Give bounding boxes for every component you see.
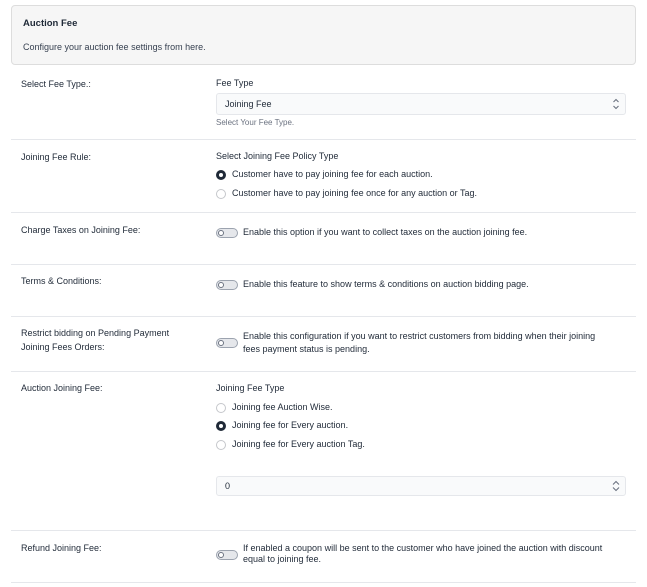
auction-joining-fee-row: Auction Joining Fee: Joining Fee Type Jo…	[11, 372, 636, 531]
refund-joining-fee-label: Refund Joining Fee:	[21, 543, 102, 553]
charge-taxes-toggle[interactable]	[216, 228, 238, 238]
refund-joining-fee-row: Refund Joining Fee: If enabled a coupon …	[11, 531, 636, 583]
page-description: Configure your auction fee settings from…	[23, 42, 206, 52]
number-spinner-icon[interactable]	[611, 479, 621, 493]
radio-label: Joining fee Auction Wise.	[232, 402, 333, 412]
radio-button[interactable]	[216, 189, 226, 199]
radio-label: Customer have to pay joining fee for eac…	[232, 169, 433, 179]
terms-description: Enable this feature to show terms & cond…	[243, 279, 529, 289]
fee-type-field-label: Fee Type	[216, 78, 254, 88]
fee-type-row: Select Fee Type.: Fee Type Joining Fee S…	[11, 66, 636, 140]
restrict-bidding-row: Restrict bidding on Pending Payment Join…	[11, 317, 636, 372]
fee-type-help-text: Select Your Fee Type.	[216, 118, 295, 127]
restrict-bidding-label: Restrict bidding on Pending Payment Join…	[21, 326, 169, 354]
terms-toggle[interactable]	[216, 280, 238, 290]
radio-button[interactable]	[216, 421, 226, 431]
radio-label: Customer have to pay joining fee once fo…	[232, 188, 477, 198]
settings-header: Auction Fee Configure your auction fee s…	[11, 5, 636, 65]
fee-type-select[interactable]: Joining Fee	[216, 93, 626, 115]
radio-button[interactable]	[216, 440, 226, 450]
radio-label: Joining fee for Every auction.	[232, 420, 349, 430]
charge-taxes-label: Charge Taxes on Joining Fee:	[21, 225, 141, 235]
terms-row: Terms & Conditions: Enable this feature …	[11, 265, 636, 317]
radio-label: Joining fee for Every auction Tag.	[232, 439, 365, 449]
restrict-bidding-label-line2: Joining Fees Orders:	[21, 342, 105, 352]
joining-fee-rule-row: Joining Fee Rule: Select Joining Fee Pol…	[11, 140, 636, 213]
toggle-knob	[218, 282, 224, 288]
joining-fee-amount-value: 0	[225, 481, 231, 491]
charge-taxes-description: Enable this option if you want to collec…	[243, 227, 528, 237]
refund-description-line2: equal to joining fee.	[243, 554, 322, 564]
restrict-bidding-description-line2: fees payment status is pending.	[243, 344, 370, 354]
restrict-bidding-label-line1: Restrict bidding on Pending Payment	[21, 328, 170, 338]
restrict-bidding-toggle[interactable]	[216, 338, 238, 348]
fee-type-label: Select Fee Type.:	[21, 79, 91, 89]
fee-type-selected-value: Joining Fee	[225, 99, 272, 109]
radio-button[interactable]	[216, 403, 226, 413]
refund-joining-fee-toggle[interactable]	[216, 550, 238, 560]
auction-joining-fee-label: Auction Joining Fee:	[21, 383, 103, 393]
chevron-up-down-icon	[613, 98, 619, 110]
joining-fee-policy-field-label: Select Joining Fee Policy Type	[216, 151, 339, 161]
joining-fee-type-field-label: Joining Fee Type	[216, 383, 285, 393]
joining-fee-amount-input[interactable]: 0	[216, 476, 626, 496]
charge-taxes-row: Charge Taxes on Joining Fee: Enable this…	[11, 213, 636, 265]
restrict-bidding-description-line1: Enable this configuration if you want to…	[243, 331, 596, 341]
terms-label: Terms & Conditions:	[21, 276, 102, 286]
toggle-knob	[218, 552, 224, 558]
joining-fee-rule-label: Joining Fee Rule:	[21, 152, 92, 162]
radio-button[interactable]	[216, 170, 226, 180]
toggle-knob	[218, 340, 224, 346]
refund-description-line1: If enabled a coupon will be sent to the …	[243, 543, 603, 553]
toggle-knob	[218, 230, 224, 236]
restrict-bidding-description: Enable this configuration if you want to…	[243, 330, 595, 356]
refund-joining-fee-description: If enabled a coupon will be sent to the …	[243, 543, 602, 565]
page-title: Auction Fee	[23, 18, 78, 29]
